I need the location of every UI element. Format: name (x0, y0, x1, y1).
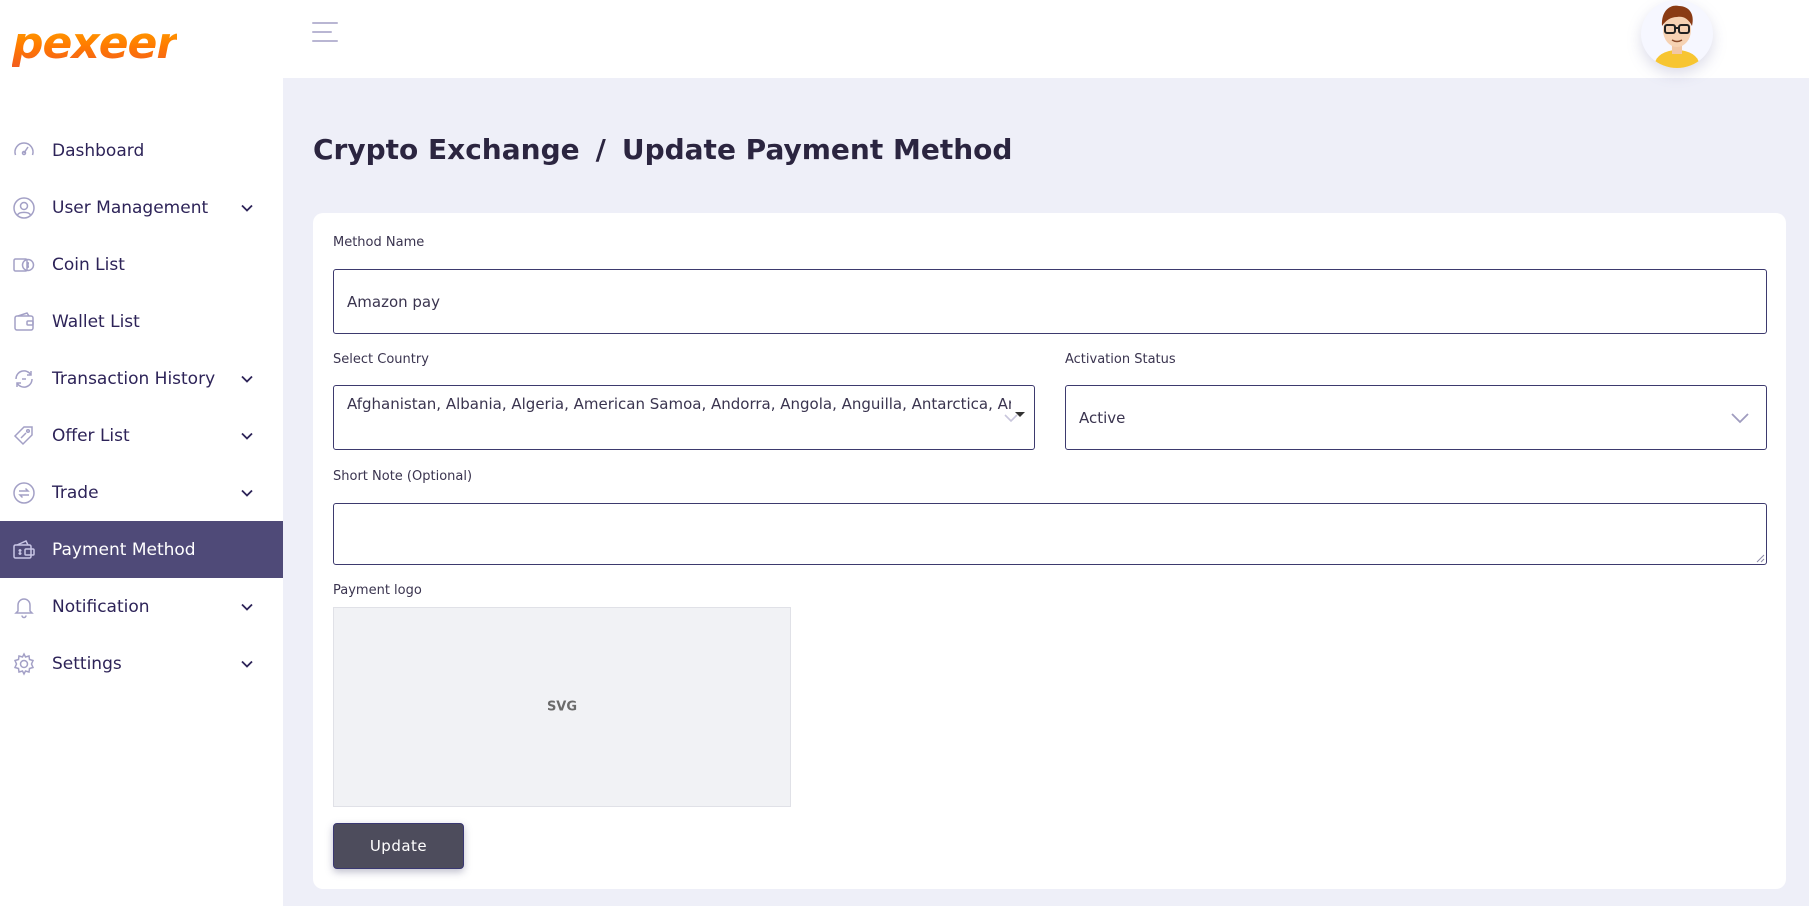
chevron-down-icon (241, 603, 253, 611)
method-name-value: Amazon pay (347, 292, 440, 311)
sidebar-item-settings[interactable]: Settings (0, 635, 283, 692)
sidebar-item-wallet-list[interactable]: Wallet List (0, 293, 283, 350)
sidebar-item-label: Trade (52, 482, 99, 503)
sidebar-item-payment-method[interactable]: Payment Method (0, 521, 283, 578)
sidebar-item-label: User Management (52, 197, 209, 218)
chevron-down-icon (241, 204, 253, 212)
sidebar-item-offer-list[interactable]: Offer List (0, 407, 283, 464)
sidebar: pexeer Dashboard User Management Coin Li… (0, 0, 283, 906)
transaction-history-icon (15, 369, 33, 388)
user-avatar-icon[interactable] (1641, 0, 1713, 68)
breadcrumb-separator: / (595, 133, 606, 166)
bell-icon (14, 597, 34, 618)
select-country-value: Afghanistan, Albania, Algeria, American … (347, 395, 1011, 413)
payment-logo-upload[interactable]: SVG (333, 607, 791, 807)
method-name-input[interactable]: Amazon pay (333, 269, 1767, 334)
payment-method-form: Method Name Amazon pay Select Country Af… (313, 213, 1786, 889)
price-tag-icon (13, 425, 33, 445)
chevron-down-icon (241, 660, 253, 668)
select-country-multiselect[interactable]: Afghanistan, Albania, Algeria, American … (333, 385, 1035, 450)
sidebar-item-transaction-history[interactable]: Transaction History (0, 350, 283, 407)
select-country-label: Select Country (333, 352, 429, 367)
sidebar-item-coin-list[interactable]: Coin List (0, 236, 283, 293)
resize-handle-icon[interactable] (1755, 553, 1765, 563)
breadcrumb-current: Update Payment Method (621, 133, 1013, 166)
payment-wallet-icon (13, 539, 35, 559)
sidebar-item-trade[interactable]: Trade (0, 464, 283, 521)
sidebar-item-label: Dashboard (52, 140, 145, 161)
sidebar-item-dashboard[interactable]: Dashboard (0, 122, 283, 179)
user-circle-icon (13, 196, 35, 219)
method-name-label: Method Name (333, 235, 425, 250)
activation-status-select[interactable]: Active (1065, 385, 1767, 450)
sidebar-item-user-management[interactable]: User Management (0, 179, 283, 236)
update-button[interactable]: Update (333, 823, 464, 869)
sidebar-item-label: Transaction History (52, 368, 216, 389)
speedometer-icon (14, 141, 34, 155)
breadcrumb-parent[interactable]: Crypto Exchange (313, 133, 580, 166)
short-note-label: Short Note (Optional) (333, 469, 473, 484)
top-header (283, 0, 1809, 78)
chevron-down-icon (241, 489, 253, 497)
activation-status-label: Activation Status (1065, 352, 1176, 367)
sidebar-item-label: Coin List (52, 254, 125, 275)
hamburger-icon[interactable] (312, 22, 340, 46)
dropdown-caret-icon (1015, 412, 1025, 417)
brand-name: pexeer (12, 17, 178, 69)
sidebar-item-label: Payment Method (52, 539, 196, 560)
page-title: Crypto Exchange / Update Payment Method (313, 133, 1012, 166)
exchange-arrows-icon (13, 481, 35, 504)
activation-status-value: Active (1079, 408, 1126, 427)
chevron-down-icon (1731, 413, 1749, 424)
payment-logo-label: Payment logo (333, 583, 422, 598)
sidebar-item-label: Wallet List (52, 311, 140, 332)
coins-icon (13, 257, 35, 272)
gear-icon (13, 651, 35, 676)
chevron-down-icon (241, 432, 253, 440)
sidebar-item-label: Offer List (52, 425, 130, 446)
sidebar-item-notification[interactable]: Notification (0, 578, 283, 635)
short-note-textarea[interactable] (333, 503, 1767, 565)
sidebar-item-label: Notification (52, 596, 150, 617)
chevron-down-icon (241, 375, 253, 383)
sidebar-item-label: Settings (52, 653, 122, 674)
sidebar-nav: Dashboard User Management Coin List Wall… (0, 122, 283, 692)
wallet-icon (14, 311, 34, 331)
payment-logo-placeholder: SVG (546, 699, 578, 715)
brand-logo[interactable]: pexeer (12, 10, 178, 76)
